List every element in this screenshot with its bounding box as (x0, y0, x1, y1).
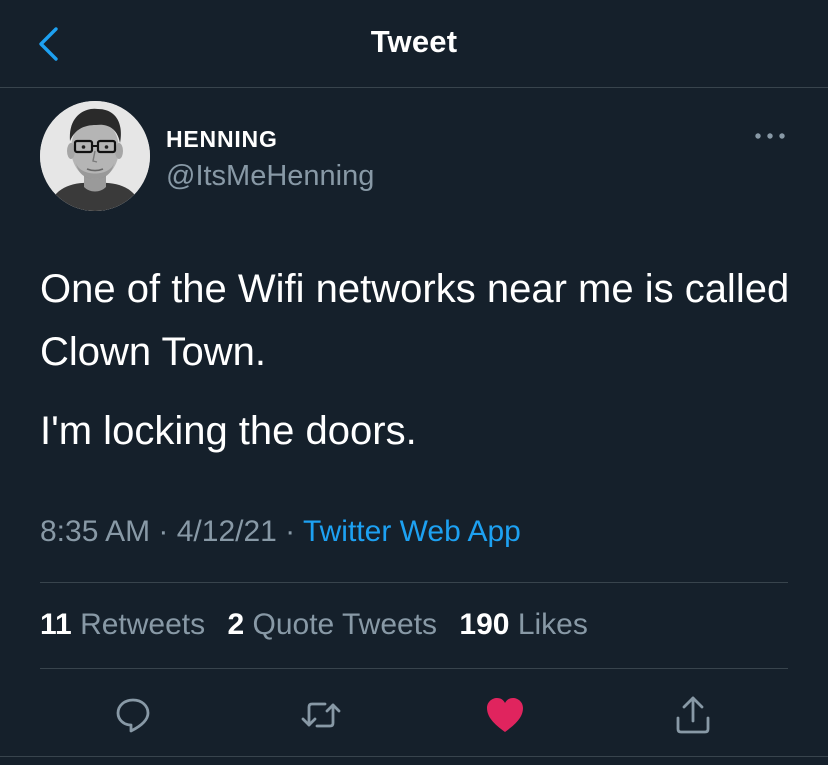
likes-stat[interactable]: 190 Likes (459, 608, 587, 641)
divider (40, 668, 788, 669)
display-name[interactable]: HENNING (166, 126, 278, 153)
retweets-label: Retweets (80, 608, 206, 641)
page-title: Tweet (370, 24, 458, 59)
user-handle[interactable]: @ItsMeHenning (166, 160, 374, 193)
top-bar: Tweet (0, 0, 828, 88)
bottom-divider (0, 756, 828, 757)
divider (40, 582, 788, 583)
meta-separator: · (276, 515, 303, 548)
tweet-date[interactable]: 4/12/21 (177, 515, 277, 548)
action-bar (0, 690, 828, 740)
meta-separator: · (150, 515, 177, 548)
share-button[interactable] (668, 690, 718, 740)
likes-count: 190 (459, 608, 510, 641)
avatar[interactable] (40, 101, 150, 211)
like-button[interactable] (480, 690, 530, 740)
reply-icon (116, 698, 150, 733)
retweet-icon (301, 702, 341, 728)
tweet-detail-page: Tweet HENNING @ItsMeHenning One of the W… (0, 0, 828, 765)
quote-tweets-count: 2 (227, 608, 245, 641)
tweet-source[interactable]: Twitter Web App (303, 515, 521, 548)
tweet-paragraph: I'm locking the doors. (40, 409, 417, 453)
likes-label: Likes (517, 608, 588, 641)
quote-tweets-stat[interactable]: 2 Quote Tweets (227, 608, 437, 641)
more-options-button[interactable] (750, 124, 790, 148)
tweet-text: One of the Wifi networks near me is call… (40, 258, 790, 463)
retweets-stat[interactable]: 11 Retweets (40, 608, 205, 641)
quote-tweets-label: Quote Tweets (252, 608, 438, 641)
retweets-count: 11 (40, 608, 72, 641)
avatar-photo (40, 101, 150, 211)
engagement-stats: 11 Retweets 2 Quote Tweets 190 Likes (40, 608, 602, 642)
tweet-paragraph: One of the Wifi networks near me is call… (40, 267, 790, 374)
retweet-button[interactable] (296, 690, 346, 740)
share-icon (676, 696, 710, 734)
tweet-metadata: 8:35 AM · 4/12/21 · Twitter Web App (40, 515, 521, 549)
reply-button[interactable] (108, 690, 158, 740)
heart-icon (487, 698, 523, 732)
more-icon (755, 133, 785, 139)
tweet-time[interactable]: 8:35 AM (40, 515, 150, 548)
